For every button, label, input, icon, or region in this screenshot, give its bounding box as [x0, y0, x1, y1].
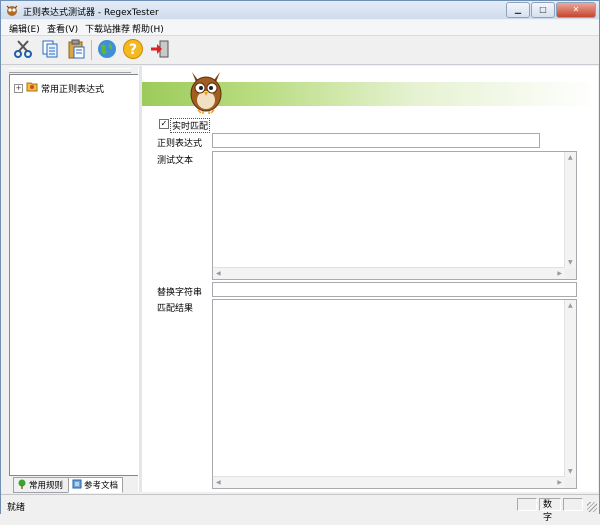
status-panel-scroll: [563, 498, 583, 511]
toolbar: ?: [1, 36, 599, 65]
app-window: 正则表达式测试器 - RegexTester ▁ □ ✕ 编辑(E) 查看(V)…: [0, 0, 600, 523]
app-icon: [5, 4, 19, 19]
regex-folder-icon: [26, 81, 38, 95]
scroll-up-icon[interactable]: ▲: [568, 302, 573, 309]
expand-icon[interactable]: +: [14, 83, 23, 93]
resize-grip[interactable]: [587, 502, 597, 512]
result-label: 匹配结果: [157, 304, 194, 314]
left-panel: + 常用正则表达式 常用规则 参考文档: [5, 66, 139, 493]
realtime-match-checkbox[interactable]: ✓: [159, 119, 169, 129]
title-bar: 正则表达式测试器 - RegexTester ▁ □ ✕: [1, 1, 599, 19]
tab-reference-docs[interactable]: 参考文档: [68, 477, 123, 493]
result-area[interactable]: ▲ ▼ ◀ ▶: [212, 299, 577, 489]
test-text-area[interactable]: ▲ ▼ ◀ ▶: [212, 151, 577, 280]
replace-label: 替换字符串: [157, 288, 203, 298]
scroll-down-icon[interactable]: ▼: [568, 259, 573, 266]
document-icon: [72, 479, 82, 492]
exit-button[interactable]: [148, 38, 172, 62]
tree-item-label: 常用正则表达式: [41, 84, 105, 95]
scroll-right-icon[interactable]: ▶: [557, 270, 562, 277]
panel-grip[interactable]: [9, 68, 131, 73]
owl-mascot-icon: [186, 68, 226, 117]
scroll-up-icon[interactable]: ▲: [568, 154, 573, 161]
help-icon: ?: [122, 38, 144, 63]
minimize-button[interactable]: ▁: [506, 2, 530, 18]
scroll-down-icon[interactable]: ▼: [568, 468, 573, 475]
svg-text:?: ?: [129, 42, 137, 58]
regex-input[interactable]: [212, 133, 540, 148]
menu-download-sites[interactable]: 下载站推荐: [85, 22, 130, 35]
cut-button[interactable]: [11, 38, 35, 62]
tab-reference-docs-label: 参考文档: [84, 481, 119, 491]
scroll-corner: [565, 268, 576, 279]
website-button[interactable]: [95, 38, 119, 62]
globe-icon: [96, 38, 118, 63]
menu-edit[interactable]: 编辑(E): [9, 22, 40, 35]
copy-icon: [40, 39, 60, 62]
menu-help[interactable]: 帮助(H): [132, 22, 164, 35]
maximize-button[interactable]: □: [531, 2, 555, 18]
scroll-left-icon[interactable]: ◀: [216, 479, 221, 486]
exit-icon: [149, 38, 171, 63]
cut-icon: [13, 39, 33, 62]
test-text-vscroll[interactable]: ▲ ▼: [564, 152, 576, 268]
window-title: 正则表达式测试器 - RegexTester: [23, 8, 159, 18]
status-panel-empty: [517, 498, 537, 511]
result-vscroll[interactable]: ▲ ▼: [564, 300, 576, 477]
result-hscroll[interactable]: ◀ ▶: [213, 476, 565, 488]
help-button[interactable]: ?: [121, 38, 145, 62]
tab-common-rules-label: 常用规则: [29, 481, 64, 491]
close-button[interactable]: ✕: [556, 2, 596, 18]
regex-label: 正则表达式: [157, 139, 203, 149]
tree-green-icon: [17, 479, 27, 492]
regex-tree[interactable]: + 常用正则表达式: [9, 74, 139, 476]
copy-button[interactable]: [38, 38, 62, 62]
menu-bar: 编辑(E) 查看(V) 下载站推荐 帮助(H): [1, 20, 599, 36]
toolbar-separator: [91, 40, 92, 60]
scroll-right-icon[interactable]: ▶: [557, 479, 562, 486]
status-bar: 就绪 数字: [1, 494, 599, 523]
main-panel: ✓ 实时匹配 正则表达式 测试文本 ▲ ▼ ◀ ▶ 替换字符串 匹配结果 ▲ ▼: [142, 66, 598, 492]
replace-input[interactable]: [212, 282, 577, 297]
tab-common-rules[interactable]: 常用规则: [13, 477, 69, 493]
paste-icon: [66, 39, 86, 62]
realtime-match-label[interactable]: 实时匹配: [170, 118, 211, 133]
scroll-corner: [565, 477, 576, 488]
test-text-hscroll[interactable]: ◀ ▶: [213, 267, 565, 279]
status-numlock: 数字: [539, 498, 561, 523]
paste-button[interactable]: [64, 38, 88, 62]
test-text-label: 测试文本: [157, 156, 194, 166]
tree-item-common-regex[interactable]: + 常用正则表达式: [14, 81, 104, 95]
menu-view[interactable]: 查看(V): [47, 22, 78, 35]
status-message: 就绪: [7, 503, 26, 513]
scroll-left-icon[interactable]: ◀: [216, 270, 221, 277]
